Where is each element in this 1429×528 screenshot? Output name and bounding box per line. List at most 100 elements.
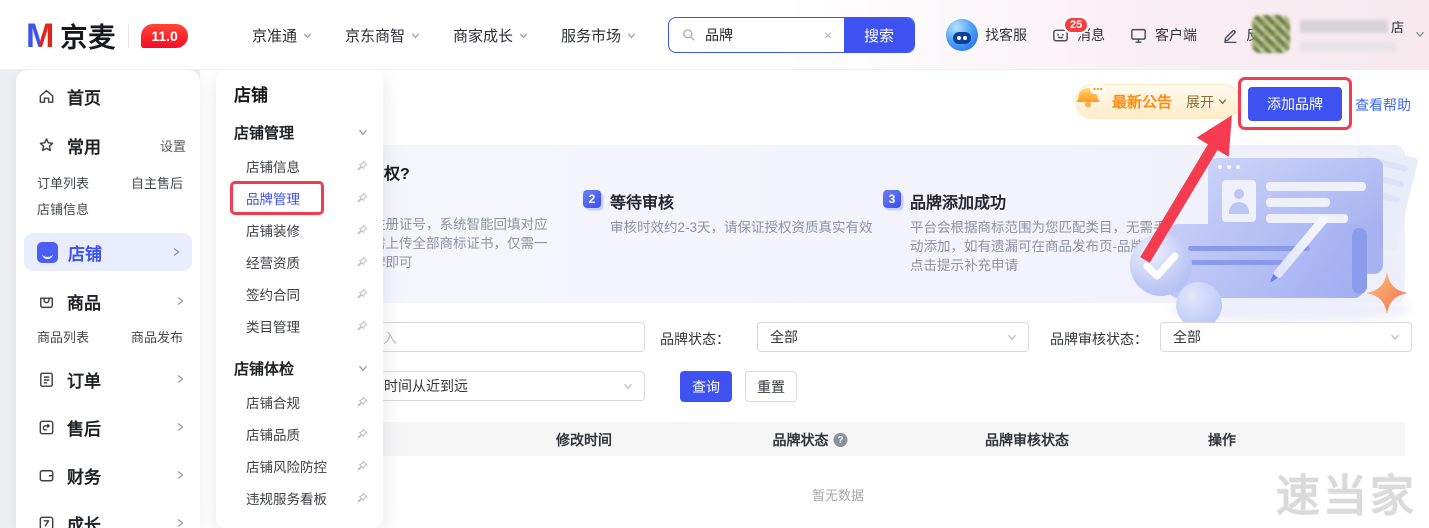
quick-link-product-list[interactable]: 商品列表 <box>37 327 89 346</box>
guide-step2-desc: 审核时效约2-3天，请保证授权资质真实有效 <box>610 218 873 237</box>
client-app[interactable]: 客户端 <box>1129 25 1197 45</box>
col-audit-status: 品牌审核状态 <box>985 430 1069 450</box>
flyout-item-shop-compliance[interactable]: 店铺合规 <box>216 386 383 418</box>
flyout-item-brand-management[interactable]: 品牌管理 <box>216 182 383 214</box>
pen-icon <box>1221 26 1239 44</box>
flyout-item-shop-info[interactable]: 店铺信息 <box>216 150 383 182</box>
query-button[interactable]: 查询 <box>680 371 732 402</box>
search-icon <box>681 27 697 43</box>
header-actions: 找客服 25 消息 客户端 反馈 <box>946 0 1274 70</box>
reset-button[interactable]: 重置 <box>745 371 797 402</box>
chevron-down-icon <box>302 30 313 41</box>
sidebar-item-frequent[interactable]: 常用 设置 <box>16 126 200 164</box>
shop-icon <box>37 242 58 263</box>
service-mascot-icon <box>946 19 978 51</box>
chevron-down-icon <box>518 30 529 41</box>
help-icon[interactable]: ? <box>834 433 848 447</box>
view-help-link[interactable]: 查看帮助 <box>1355 95 1411 115</box>
search-button[interactable]: 搜索 <box>844 17 914 53</box>
sidebar-item-orders[interactable]: 订单 <box>16 355 200 403</box>
order-icon <box>37 370 56 389</box>
sidebar-item-growth[interactable]: 成长 <box>16 499 200 528</box>
pin-icon[interactable] <box>355 491 369 505</box>
guide-step3-title: 品牌添加成功 <box>910 189 1006 213</box>
avatar <box>1252 15 1290 53</box>
col-brand-status: 品牌状态 ? <box>773 430 848 450</box>
pin-icon[interactable] <box>355 255 369 269</box>
home-icon <box>37 87 56 106</box>
chevron-down-icon <box>626 30 637 41</box>
section-shop-checkup[interactable]: 店铺体检 <box>216 350 383 386</box>
brand-status-select[interactable]: 全部 <box>757 322 1029 352</box>
sidebar-item-product[interactable]: 商品 <box>16 279 200 323</box>
quick-link-shop-info[interactable]: 店铺信息 <box>37 199 89 218</box>
pin-icon[interactable] <box>355 159 369 173</box>
nav-market[interactable]: 服务市场 <box>561 25 637 46</box>
chevron-right-icon <box>170 246 182 258</box>
nav-growth[interactable]: 商家成长 <box>453 25 529 46</box>
section-shop-management[interactable]: 店铺管理 <box>216 114 383 150</box>
jingmai-workbench: 最新公告 展开 添加品牌 查看帮助 权? 注册证号，系统智能回填对应 需上传全部… <box>0 0 1429 528</box>
flyout-title: 店铺 <box>216 82 383 110</box>
chevron-right-icon <box>174 295 186 307</box>
logo-mark: M <box>26 19 54 53</box>
chevron-down-icon <box>357 126 369 138</box>
brand-status-label: 品牌状态： <box>660 329 730 349</box>
frequent-settings-link[interactable]: 设置 <box>160 136 186 155</box>
guide-step1-desc: 注册证号，系统智能回填对应 需上传全部商标证书，仅需一 牌即可 <box>372 215 548 272</box>
brand-name-placeholder-fragment: 入 <box>383 328 397 348</box>
nav-shangzhi[interactable]: 京东商智 <box>345 25 421 46</box>
flyout-item-shop-decoration[interactable]: 店铺装修 <box>216 214 383 246</box>
add-brand-button[interactable]: 添加品牌 <box>1248 87 1342 121</box>
shop-subline-redacted <box>1300 41 1396 52</box>
user-account[interactable]: 店 <box>1252 15 1426 53</box>
main-content: 最新公告 展开 添加品牌 查看帮助 权? 注册证号，系统智能回填对应 需上传全部… <box>200 70 1429 528</box>
messages[interactable]: 25 消息 <box>1051 25 1105 45</box>
flyout-item-shop-quality[interactable]: 店铺品质 <box>216 418 383 450</box>
message-count-badge: 25 <box>1063 16 1089 34</box>
contact-service[interactable]: 找客服 <box>946 19 1027 51</box>
nav-jzt[interactable]: 京准通 <box>252 25 313 46</box>
chevron-down-icon <box>622 380 634 392</box>
chevron-down-icon <box>1389 331 1401 343</box>
guide-step3-number: 3 <box>883 190 901 208</box>
quick-link-product-publish[interactable]: 商品发布 <box>131 327 183 346</box>
quick-link-order-list[interactable]: 订单列表 <box>37 173 89 192</box>
pin-icon[interactable] <box>355 191 369 205</box>
guide-step2-number: 2 <box>583 190 601 208</box>
col-actions: 操作 <box>1208 430 1236 450</box>
guide-title-fragment: 权? <box>384 160 410 184</box>
flyout-item-business-qualification[interactable]: 经营资质 <box>216 246 383 278</box>
sidebar-item-home[interactable]: 首页 <box>16 74 200 118</box>
star-icon <box>37 136 56 155</box>
chevron-down-icon <box>1006 331 1018 343</box>
sidebar-item-aftersale[interactable]: 售后 <box>16 403 200 451</box>
pin-icon[interactable] <box>355 223 369 237</box>
audit-status-select[interactable]: 全部 <box>1160 322 1412 352</box>
flyout-item-contract[interactable]: 签约合同 <box>216 278 383 310</box>
chevron-right-icon <box>174 421 186 433</box>
sidebar-item-finance[interactable]: 财务 <box>16 451 200 499</box>
chevron-right-icon <box>174 373 186 385</box>
pin-icon[interactable] <box>355 319 369 333</box>
monitor-icon <box>1129 26 1148 45</box>
pin-icon[interactable] <box>355 459 369 473</box>
flyout-item-category-management[interactable]: 类目管理 <box>216 310 383 342</box>
pin-icon[interactable] <box>355 287 369 301</box>
bell-icon <box>1068 81 1108 121</box>
app-logo: M 京麦 11.0 <box>26 16 188 55</box>
return-icon <box>37 418 56 437</box>
sidebar-item-shop-selected[interactable]: 店铺 <box>24 233 192 271</box>
shop-name-suffix: 店 <box>1391 17 1404 36</box>
flyout-item-risk-control[interactable]: 店铺风险防控 <box>216 450 383 482</box>
sort-order-select[interactable]: 时间从近到远 <box>345 371 645 401</box>
clear-search-icon[interactable]: × <box>824 27 832 43</box>
global-search: × 搜索 <box>668 17 915 53</box>
chevron-right-icon <box>174 517 186 528</box>
quick-link-self-aftersale[interactable]: 自主售后 <box>131 173 183 192</box>
pin-icon[interactable] <box>355 395 369 409</box>
pin-icon[interactable] <box>355 427 369 441</box>
watermark: 速当家 <box>1276 460 1417 524</box>
search-input[interactable] <box>705 27 812 43</box>
flyout-item-violation-dashboard[interactable]: 违规服务看板 <box>216 482 383 514</box>
